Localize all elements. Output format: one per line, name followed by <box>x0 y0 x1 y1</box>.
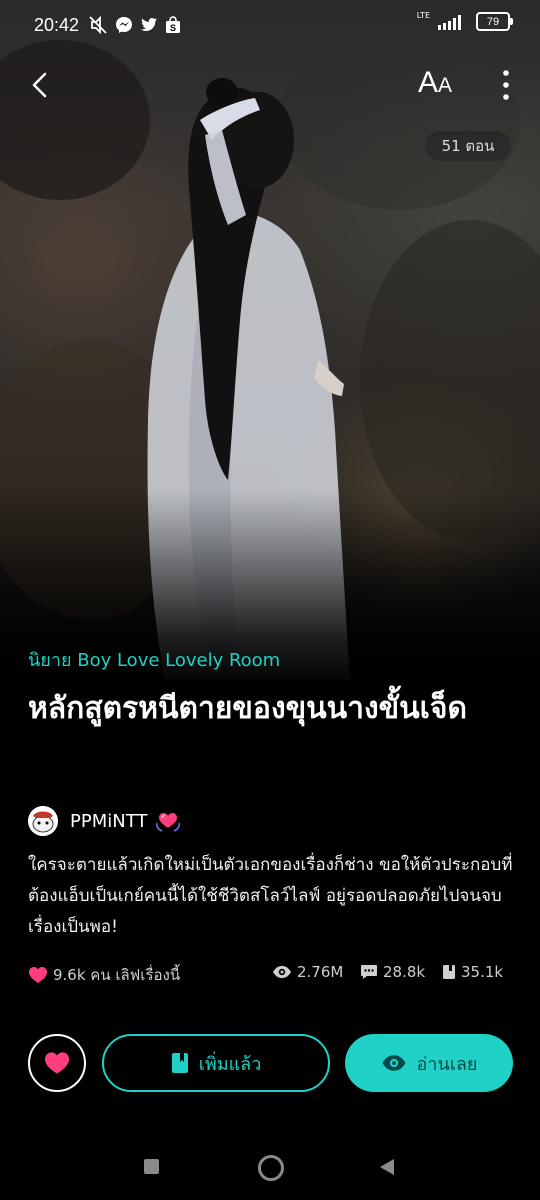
font-size-large-glyph: A <box>418 66 439 99</box>
messenger-icon <box>116 17 132 33</box>
stats-row: 9.6k คน เลิฟเรื่องนี้ 2.76M 28.8k 35.1k <box>28 963 516 987</box>
eye-icon <box>381 1055 406 1071</box>
system-icons: LTE 79 <box>416 10 513 31</box>
story-title: หลักสูตรหนีตายของขุนนางขั้นเจ็ด <box>28 691 467 726</box>
author-row[interactable]: PPMiNTT <box>28 806 183 836</box>
views-count: 2.76M <box>297 963 344 981</box>
font-size-button[interactable]: AA <box>418 66 452 100</box>
signal-icon <box>438 14 461 30</box>
story-category[interactable]: นิยาย Boy Love Lovely Room <box>28 645 280 674</box>
author-avatar[interactable] <box>28 806 58 836</box>
battery-icon: 79 <box>476 12 513 31</box>
status-bar: 20:42 S LTE 79 <box>0 0 540 52</box>
heart-icon <box>29 967 47 983</box>
network-type: LTE <box>416 10 430 20</box>
comments-stat: 28.8k <box>360 963 425 981</box>
font-size-small-glyph: A <box>438 74 453 97</box>
status-time: 20:42 <box>34 15 80 35</box>
shopping-bag-icon: S <box>166 16 180 33</box>
book-icon <box>443 965 455 979</box>
cover-image <box>0 0 540 690</box>
book-icon <box>171 1053 188 1073</box>
episode-count-badge: 51 ตอน <box>425 131 511 161</box>
mute-icon <box>89 16 107 34</box>
add-to-library-label: เพิ่มแล้ว <box>198 1053 262 1075</box>
bookmarks-stat: 35.1k <box>442 963 503 981</box>
like-button[interactable] <box>28 1034 86 1092</box>
bookmarks-count: 35.1k <box>461 963 504 981</box>
svg-text:S: S <box>170 23 176 33</box>
story-description: ใครจะตายแล้วเกิดใหม่เป็นตัวเอกของเรื่องก… <box>28 855 513 937</box>
recent-apps-icon[interactable] <box>144 1159 159 1174</box>
back-arrow-icon[interactable] <box>24 68 58 102</box>
author-heart-badge-icon <box>156 813 181 832</box>
views-stat: 2.76M <box>272 963 343 981</box>
twitter-icon <box>141 18 157 31</box>
likes-text: 9.6k คน เลิฟเรื่องนี้ <box>53 966 181 984</box>
author-name: PPMiNTT <box>70 810 148 832</box>
back-triangle-icon[interactable] <box>378 1157 396 1177</box>
notification-icons: S <box>88 16 181 34</box>
read-now-label: อ่านเลย <box>416 1053 478 1075</box>
heart-icon <box>45 1052 69 1074</box>
system-nav-bar <box>0 1140 540 1200</box>
comments-count: 28.8k <box>383 963 426 981</box>
comment-icon <box>361 965 377 979</box>
battery-level: 79 <box>486 15 500 28</box>
likes-stat: 9.6k คน เลิฟเรื่องนี้ <box>28 963 180 987</box>
more-options-icon[interactable] <box>496 68 516 102</box>
home-icon[interactable] <box>258 1155 284 1181</box>
eye-icon <box>273 966 291 978</box>
read-now-button[interactable]: อ่านเลย <box>345 1034 513 1092</box>
add-to-library-button[interactable]: เพิ่มแล้ว <box>102 1034 330 1092</box>
